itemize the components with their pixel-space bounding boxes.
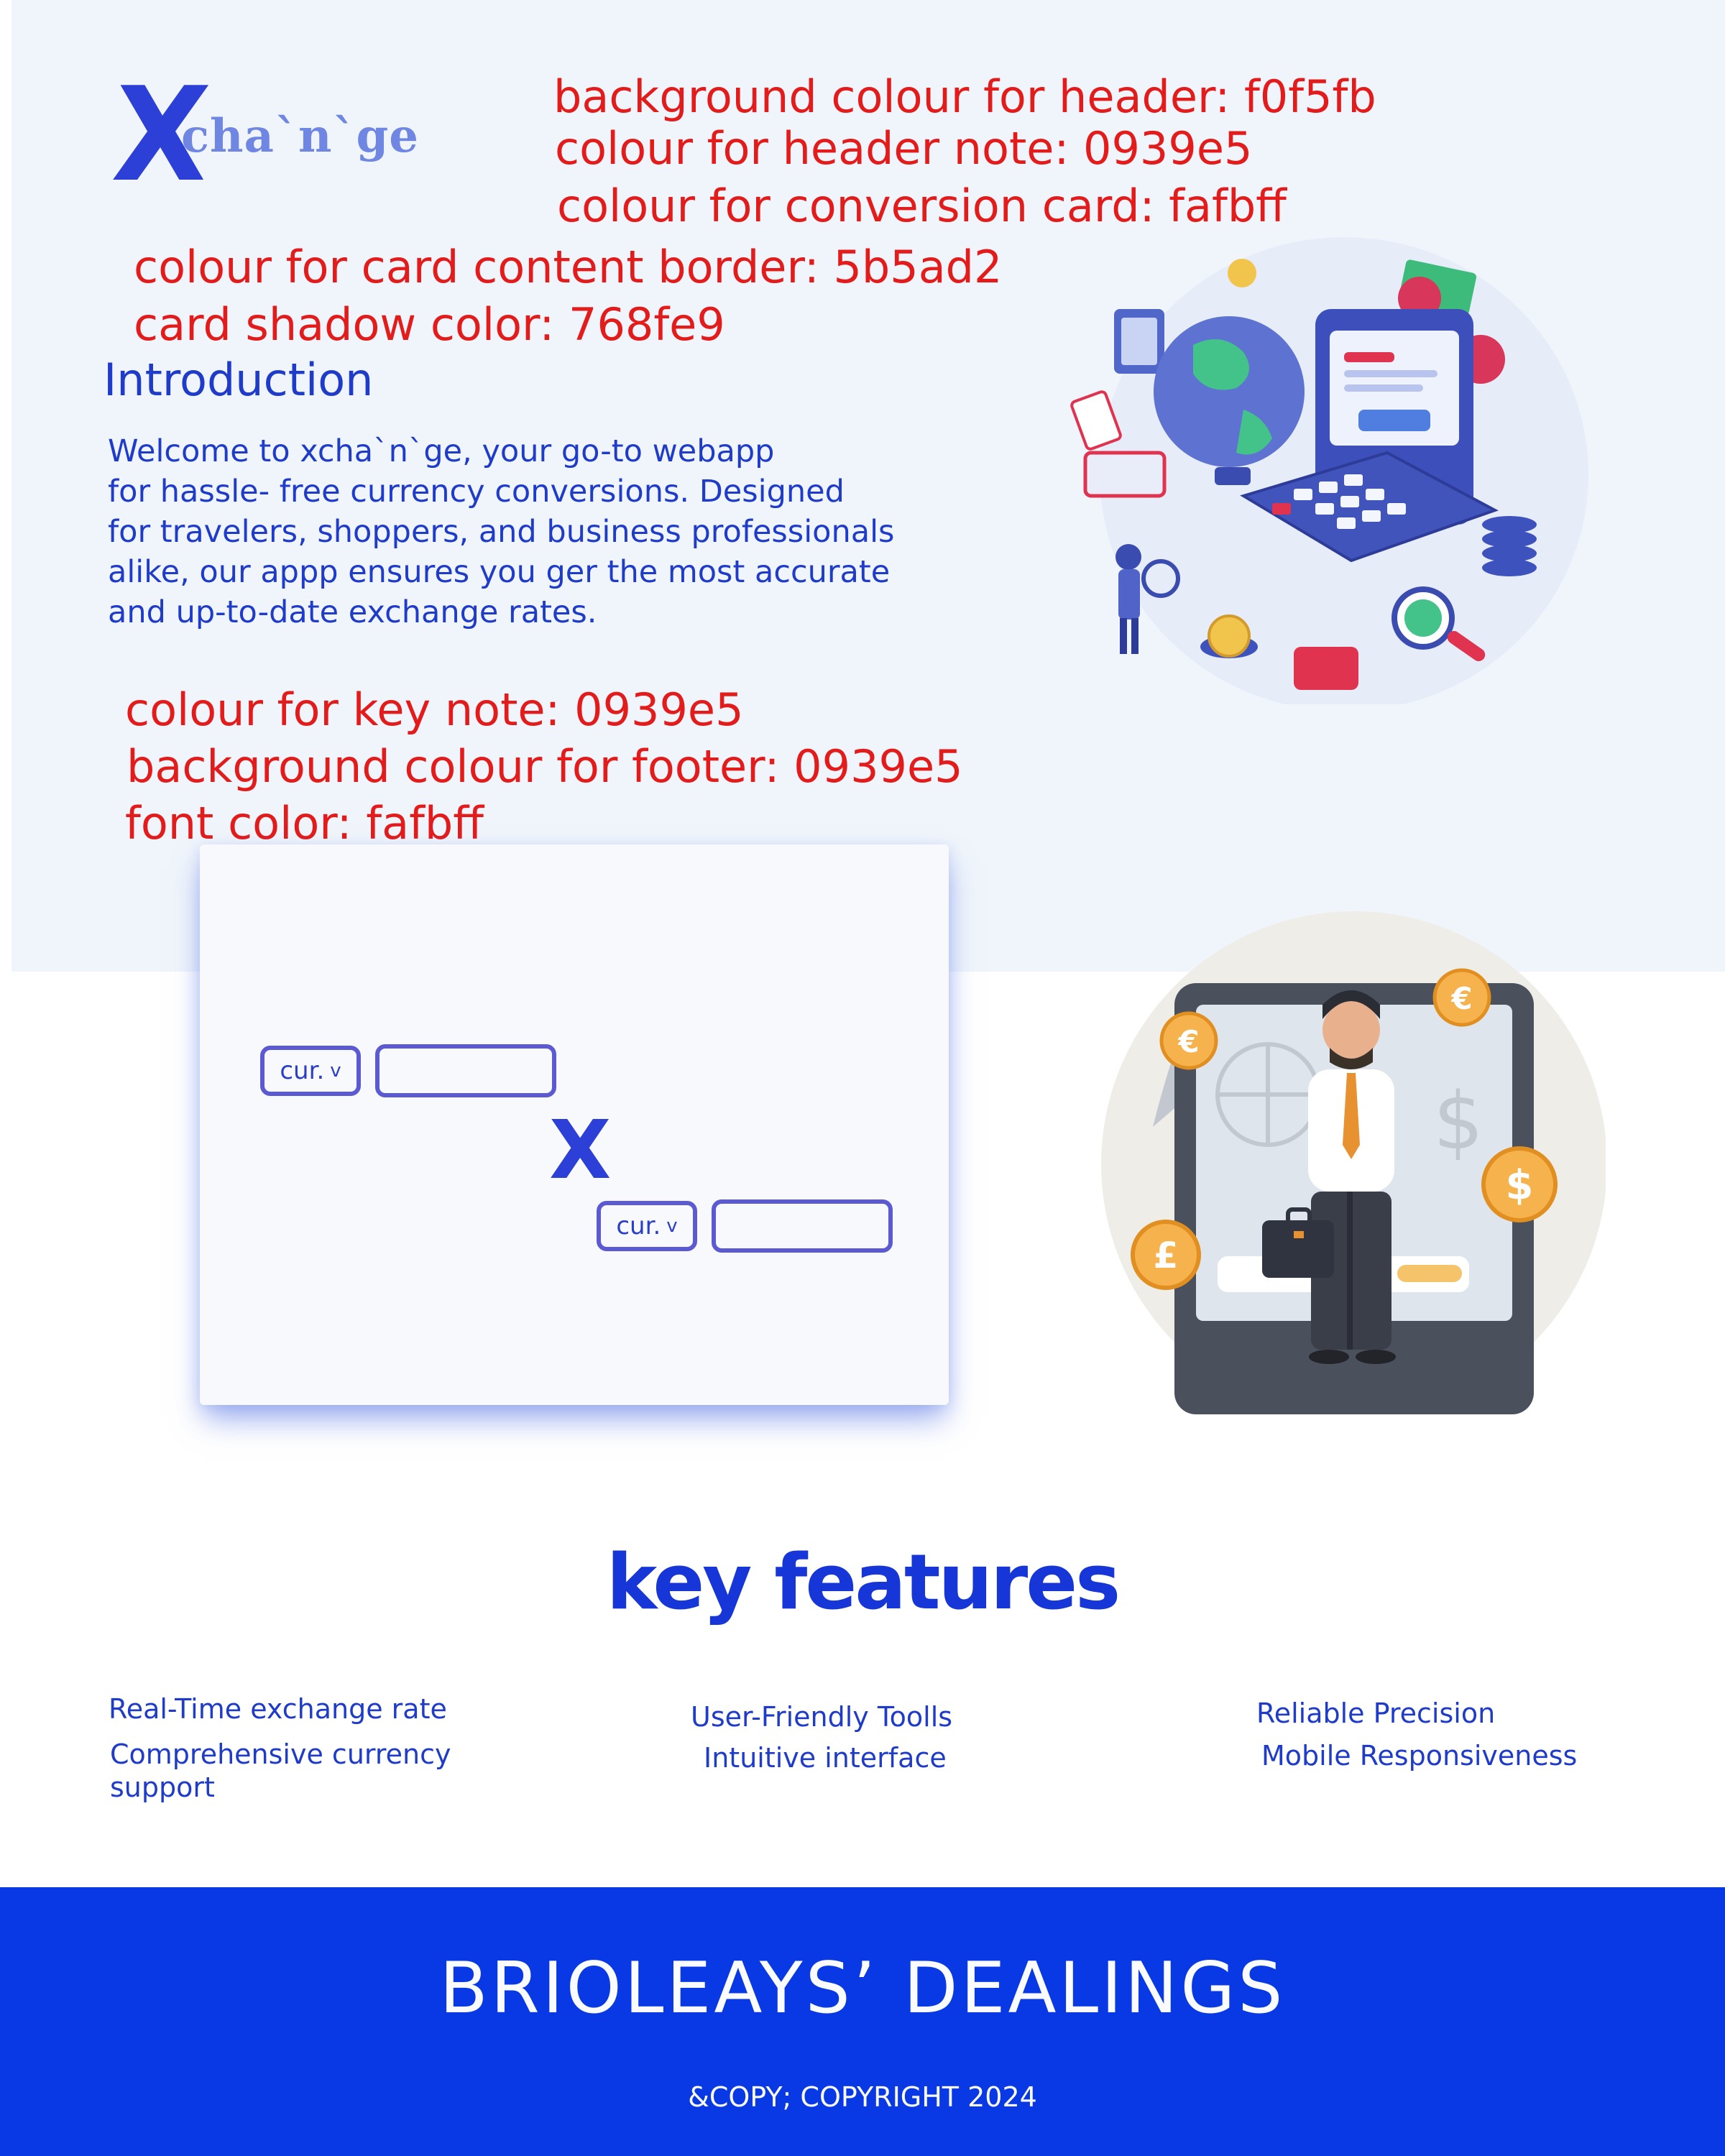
logo[interactable]: X cha`n`ge [109, 59, 418, 211]
to-currency-label: cur. [616, 1212, 661, 1240]
feature-item: Mobile Responsiveness [1261, 1740, 1578, 1772]
logo-wordmark: cha`n`ge [181, 109, 419, 163]
feature-item: Reliable Precision [1256, 1697, 1496, 1729]
svg-text:$: $ [1433, 1075, 1484, 1167]
chevron-down-icon: v [330, 1060, 341, 1082]
svg-text:£: £ [1154, 1235, 1179, 1276]
footer-title: BRIOLEAYS’ DEALINGS [439, 1948, 1286, 2030]
note-card-shadow: card shadow color: 768fe9 [134, 298, 725, 351]
to-amount-input[interactable] [712, 1199, 893, 1253]
swap-x-icon[interactable]: X [549, 1110, 611, 1191]
intro-line: and up-to-date exchange rates. [108, 594, 597, 630]
feature-item: Real-Time exchange rate [109, 1693, 447, 1725]
chevron-down-icon: v [666, 1215, 678, 1237]
note-header-bg: background colour for header: f0f5fb [553, 70, 1376, 123]
to-currency-select[interactable]: cur. v [597, 1201, 697, 1251]
feature-item: User-Friendly Toolls [691, 1701, 953, 1733]
footer-copyright: &COPY; COPYRIGHT 2024 [688, 2081, 1037, 2113]
note-key-note: colour for key note: 0939e5 [125, 683, 744, 736]
intro-line: for travelers, shoppers, and business pr… [108, 514, 895, 550]
intro-line: Welcome to xcha`n`ge, your go-to webapp [108, 433, 775, 469]
note-card-border: colour for card content border: 5b5ad2 [134, 241, 1003, 293]
intro-title: Introduction [104, 354, 374, 406]
note-header-note: colour for header note: 0939e5 [555, 122, 1253, 175]
svg-text:€: € [1450, 981, 1472, 1016]
svg-text:€: € [1177, 1024, 1199, 1059]
svg-text:$: $ [1506, 1162, 1534, 1209]
from-amount-input[interactable] [375, 1044, 556, 1097]
note-conversion-card: colour for conversion card: fafbff [557, 180, 1287, 232]
finance-illustration [1070, 237, 1588, 704]
key-features-title: key features [606, 1538, 1121, 1626]
intro-line: alike, our appp ensures you ger the most… [108, 554, 891, 590]
intro-paragraph: Welcome to xcha`n`ge, your go-to webapp … [108, 431, 1042, 632]
feature-item: Comprehensive currency [110, 1738, 451, 1770]
from-currency-select[interactable]: cur. v [260, 1046, 361, 1096]
feature-item: support [110, 1772, 215, 1803]
intro-line: for hassle- free currency conversions. D… [108, 474, 845, 510]
note-footer-bg: background colour for footer: 0939e5 [126, 740, 963, 793]
note-font-color: font color: fafbff [125, 797, 484, 849]
from-currency-label: cur. [280, 1056, 325, 1085]
businessman-illustration: $ € € $ £ [1101, 911, 1606, 1414]
feature-item: Intuitive interface [704, 1742, 947, 1774]
conversion-card: cur. v X cur. v [200, 844, 949, 1405]
